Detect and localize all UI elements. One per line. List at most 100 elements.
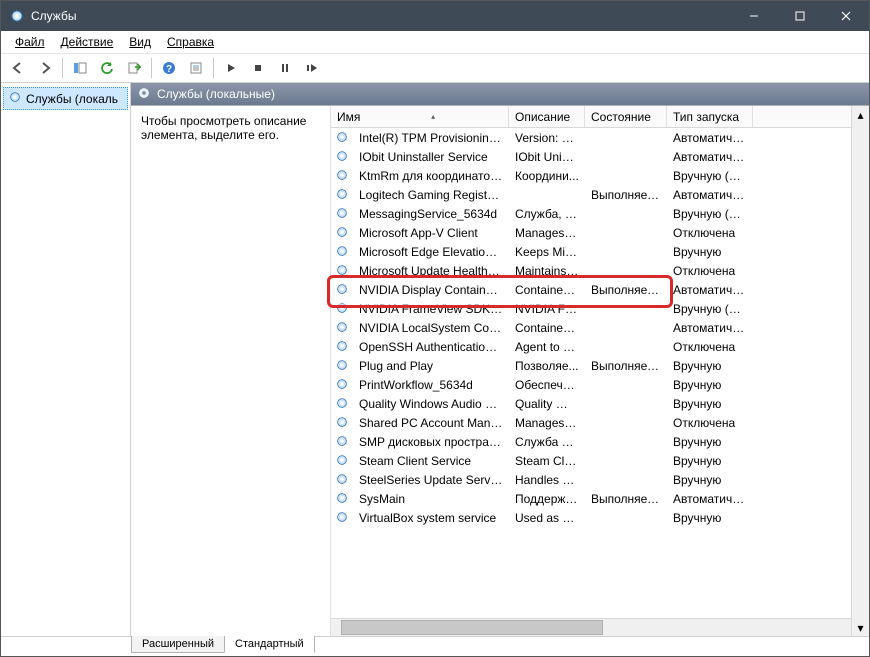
gear-icon (335, 168, 351, 184)
service-startup: Вручную (667, 510, 753, 526)
service-status (585, 137, 667, 139)
title-bar[interactable]: Службы (1, 1, 869, 31)
service-description: Container ... (509, 320, 585, 336)
column-name[interactable]: Имя▴ (331, 106, 509, 127)
restart-service-button[interactable] (299, 55, 325, 81)
pane-title: Службы (локальные) (157, 87, 275, 101)
service-startup: Автоматиче... (667, 320, 753, 336)
service-row[interactable]: SysMainПоддержи...ВыполняетсяАвтоматиче.… (331, 489, 851, 508)
export-list-button[interactable] (121, 55, 147, 81)
service-row[interactable]: Microsoft Edge Elevation Se...Keeps Micr… (331, 242, 851, 261)
service-row[interactable]: MessagingService_5634dСлужба, о...Вручну… (331, 204, 851, 223)
service-description: Служба, о... (509, 206, 585, 222)
app-icon (9, 8, 25, 24)
service-name: Shared PC Account Manager (353, 415, 509, 431)
column-description[interactable]: Описание (509, 106, 585, 127)
scroll-up-icon[interactable]: ▴ (852, 106, 869, 123)
gear-icon (335, 187, 351, 203)
menu-file[interactable]: Файл (7, 32, 53, 52)
service-row[interactable]: Quality Windows Audio Vid...Quality Wi..… (331, 394, 851, 413)
tab-extended[interactable]: Расширенный (131, 636, 225, 653)
service-name: SMP дисковых пространств... (353, 434, 509, 450)
service-list[interactable]: Имя▴ Описание Состояние Тип запуска Inte… (331, 106, 851, 636)
service-row[interactable]: NVIDIA FrameView SDK servi...NVIDIA Fra.… (331, 299, 851, 318)
service-description (509, 194, 585, 196)
column-startup[interactable]: Тип запуска (667, 106, 753, 127)
start-service-button[interactable] (218, 55, 244, 81)
maximize-button[interactable] (777, 1, 823, 31)
service-status (585, 441, 667, 443)
service-status (585, 422, 667, 424)
show-hide-tree-button[interactable] (67, 55, 93, 81)
service-row[interactable]: Microsoft Update Health Se...Maintains .… (331, 261, 851, 280)
window-title: Службы (31, 9, 76, 23)
description-panel: Чтобы просмотреть описание элемента, выд… (131, 106, 331, 636)
service-row[interactable]: SMP дисковых пространств...Служба уз...В… (331, 432, 851, 451)
service-row[interactable]: Intel(R) TPM Provisioning S...Version: 1… (331, 128, 851, 147)
description-text: Чтобы просмотреть описание элемента, выд… (141, 114, 306, 142)
service-description: NVIDIA Fra... (509, 301, 585, 317)
service-row[interactable]: KtmRm для координатора ...Координи...Вру… (331, 166, 851, 185)
service-row[interactable]: Microsoft App-V ClientManages A...Отключ… (331, 223, 851, 242)
scroll-down-icon[interactable]: ▾ (852, 619, 869, 636)
service-row[interactable]: PrintWorkflow_5634dОбеспечи...Вручную (331, 375, 851, 394)
service-startup: Вручную (667, 453, 753, 469)
service-startup: Вручную (ак... (667, 206, 753, 222)
forward-button[interactable] (32, 55, 58, 81)
service-row[interactable]: Steam Client ServiceSteam Clie...Вручную (331, 451, 851, 470)
service-row[interactable]: IObit Uninstaller ServiceIObit Unins...А… (331, 147, 851, 166)
service-row[interactable]: Logitech Gaming Registry S...Выполняется… (331, 185, 851, 204)
menu-action[interactable]: Действие (53, 32, 122, 52)
gear-icon (335, 415, 351, 431)
service-name: NVIDIA Display Container LS (353, 282, 509, 298)
horizontal-scrollbar[interactable] (331, 618, 851, 636)
gear-icon (335, 320, 351, 336)
gear-icon (335, 263, 351, 279)
back-button[interactable] (5, 55, 31, 81)
service-name: OpenSSH Authentication A... (353, 339, 509, 355)
gear-icon (335, 225, 351, 241)
close-button[interactable] (823, 1, 869, 31)
refresh-button[interactable] (94, 55, 120, 81)
vertical-scrollbar[interactable]: ▴ ▾ (851, 106, 869, 636)
service-startup: Автоматиче... (667, 187, 753, 203)
service-status (585, 327, 667, 329)
service-name: Microsoft App-V Client (353, 225, 509, 241)
service-status: Выполняется (585, 187, 667, 203)
properties-button[interactable] (183, 55, 209, 81)
gear-icon (335, 358, 351, 374)
menu-view[interactable]: Вид (121, 32, 159, 52)
service-description: Maintains ... (509, 263, 585, 279)
service-startup: Вручную (667, 377, 753, 393)
tree-item-services-local[interactable]: Службы (локаль (3, 87, 128, 110)
service-row[interactable]: NVIDIA LocalSystem Contai...Container ..… (331, 318, 851, 337)
menu-help[interactable]: Справка (159, 32, 222, 52)
service-name: NVIDIA LocalSystem Contai... (353, 320, 509, 336)
service-row[interactable]: SteelSeries Update ServiceHandles u...Вр… (331, 470, 851, 489)
gear-icon (335, 472, 351, 488)
service-name: Microsoft Update Health Se... (353, 263, 509, 279)
service-row[interactable]: NVIDIA Display Container LSContainer ...… (331, 280, 851, 299)
tab-standard[interactable]: Стандартный (224, 636, 315, 653)
service-name: SteelSeries Update Service (353, 472, 509, 488)
minimize-button[interactable] (731, 1, 777, 31)
service-description: IObit Unins... (509, 149, 585, 165)
pause-service-button[interactable] (272, 55, 298, 81)
column-status[interactable]: Состояние (585, 106, 667, 127)
stop-service-button[interactable] (245, 55, 271, 81)
service-row[interactable]: VirtualBox system serviceUsed as a ...Вр… (331, 508, 851, 527)
service-status: Выполняется (585, 491, 667, 507)
service-status (585, 156, 667, 158)
gear-icon (335, 377, 351, 393)
service-row[interactable]: Plug and PlayПозволяе...ВыполняетсяВручн… (331, 356, 851, 375)
service-description: Служба уз... (509, 434, 585, 450)
service-description: Used as a ... (509, 510, 585, 526)
service-row[interactable]: Shared PC Account ManagerManages p...Отк… (331, 413, 851, 432)
service-name: IObit Uninstaller Service (353, 149, 509, 165)
service-description: Version: 1.6... (509, 130, 585, 146)
gear-icon (335, 396, 351, 412)
navigation-tree[interactable]: Службы (локаль (1, 83, 131, 636)
help-button[interactable]: ? (156, 55, 182, 81)
service-status (585, 270, 667, 272)
service-row[interactable]: OpenSSH Authentication A...Agent to h...… (331, 337, 851, 356)
